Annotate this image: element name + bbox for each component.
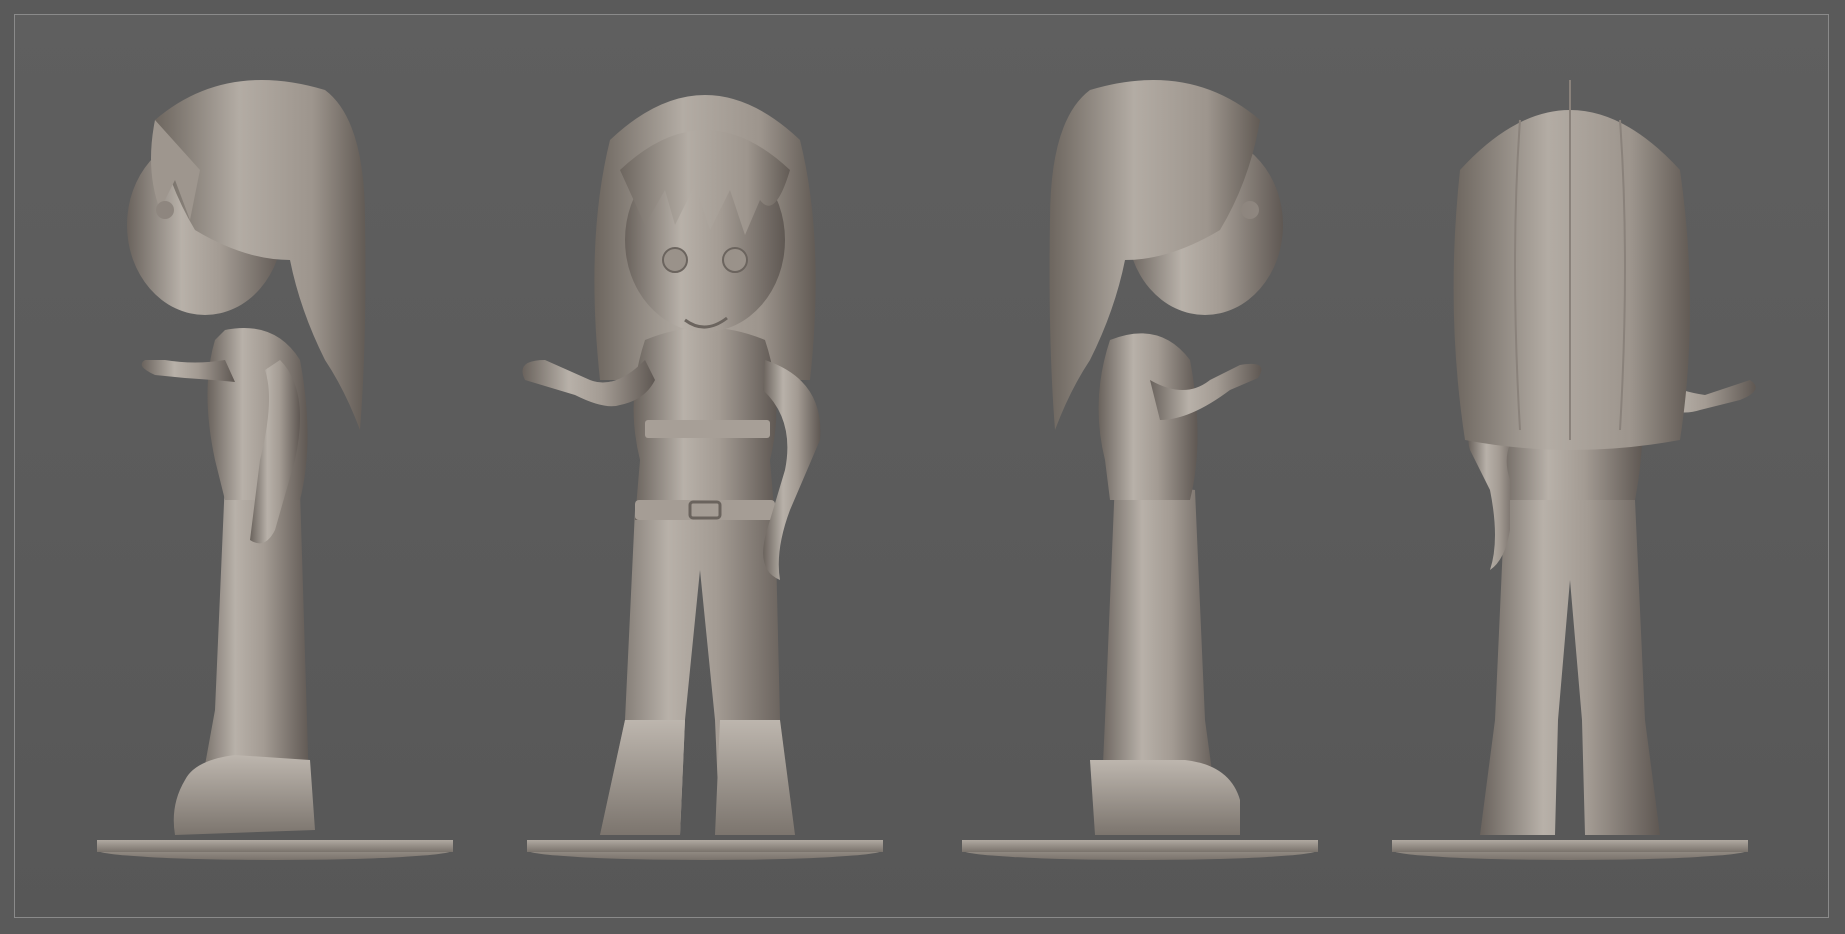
figure-view-side-right	[940, 60, 1340, 880]
figure-view-front	[505, 60, 905, 880]
figure-view-side-left	[75, 60, 475, 880]
viewport-frame	[0, 0, 1845, 934]
figure-view-back	[1370, 60, 1770, 880]
